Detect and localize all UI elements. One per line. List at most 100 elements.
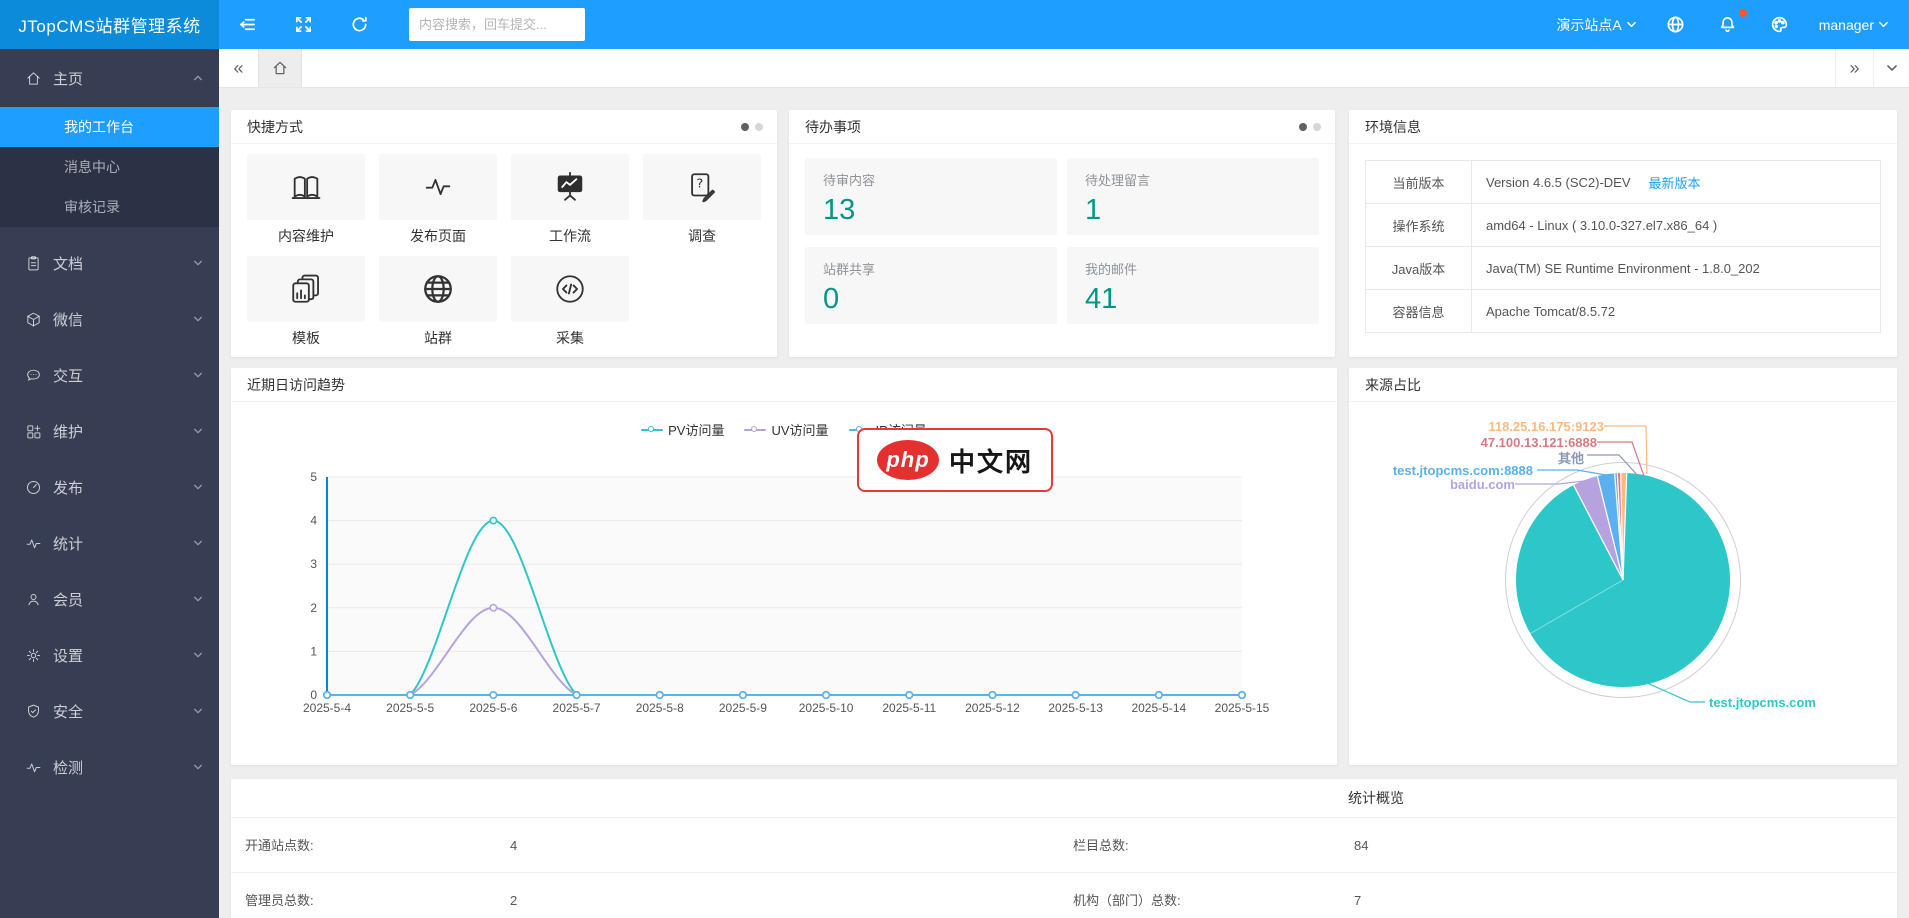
shortcut-workflow[interactable]: 工作流 — [511, 154, 629, 246]
carousel-dot[interactable] — [1313, 123, 1321, 131]
carousel-dot-active[interactable] — [1299, 123, 1307, 131]
todo-count: 13 — [823, 194, 1039, 227]
stat-label: 开通站点数: — [245, 818, 314, 873]
legend-item-pv[interactable]: PV访问量 — [641, 420, 724, 439]
pie-label: test.jtopcms.com — [1709, 695, 1816, 710]
language-button[interactable] — [1663, 12, 1689, 38]
chevron-down-icon — [1626, 19, 1637, 30]
pie-label: 其他 — [1558, 448, 1584, 467]
refresh-icon[interactable] — [346, 12, 372, 38]
sidebar-item-security[interactable]: 安全 — [0, 683, 219, 739]
carousel-dot[interactable] — [755, 123, 763, 131]
svg-text:2025-5-12: 2025-5-12 — [965, 701, 1020, 715]
sidebar-item-interaction[interactable]: 交互 — [0, 347, 219, 403]
legend-item-uv[interactable]: UV访问量 — [744, 420, 828, 439]
shortcut-collection[interactable]: 采集 — [511, 256, 629, 348]
chat-icon — [25, 367, 42, 384]
todo-cluster-shares[interactable]: 站群共享 0 — [805, 247, 1057, 324]
stats-title: 统计概览 — [1311, 779, 1441, 818]
book-icon — [289, 170, 323, 204]
sidebar-item-monitoring[interactable]: 检测 — [0, 739, 219, 795]
shortcut-content-maintenance[interactable]: 内容维护 — [247, 154, 365, 246]
site-switcher[interactable]: 演示站点A — [1556, 15, 1636, 35]
sidebar-item-wechat[interactable]: 微信 — [0, 291, 219, 347]
theme-button[interactable] — [1767, 12, 1793, 38]
card-title: 环境信息 — [1349, 110, 1897, 144]
survey-icon: ? — [685, 170, 719, 204]
sidebar-item-label: 文档 — [53, 253, 193, 274]
shortcut-site-cluster[interactable]: 站群 — [379, 256, 497, 348]
home-tab[interactable] — [258, 49, 302, 87]
sidebar-subitem-workbench[interactable]: 我的工作台 — [0, 107, 219, 147]
shortcut-publish-page[interactable]: 发布页面 — [379, 154, 497, 246]
sidebar-item-label: 设置 — [53, 645, 193, 666]
document-icon — [25, 255, 42, 272]
svg-text:2025-5-14: 2025-5-14 — [1131, 701, 1186, 715]
sidebar-item-label: 检测 — [53, 757, 193, 778]
tabbar-right-controls — [1835, 49, 1909, 87]
chevron-down-icon — [193, 706, 203, 716]
stats-header: 统计概览 — [231, 779, 1897, 818]
search-input[interactable] — [409, 8, 585, 41]
stat-value: 7 — [1354, 873, 1361, 918]
sidebar-item-settings[interactable]: 设置 — [0, 627, 219, 683]
todo-pending-messages[interactable]: 待处理留言 1 — [1067, 158, 1319, 235]
chart-legend: PV访问量 UV访问量 IP访问量 — [231, 420, 1337, 439]
user-icon — [25, 591, 42, 608]
version-value: Version 4.6.5 (SC2)-DEV — [1486, 175, 1631, 190]
todo-count: 1 — [1085, 194, 1301, 227]
card-title: 近期日访问趋势 — [231, 368, 1337, 402]
todos-title: 待办事项 — [805, 119, 861, 135]
sidebar-item-home[interactable]: 主页 — [0, 49, 219, 107]
pie-label: 118.25.16.175:9123 — [1488, 419, 1604, 434]
sidebar-item-publish[interactable]: 发布 — [0, 459, 219, 515]
chevron-down-icon — [1878, 19, 1889, 30]
chevron-up-icon — [193, 73, 203, 83]
tab-actions-dropdown-button[interactable] — [1873, 49, 1909, 87]
user-menu[interactable]: manager — [1819, 17, 1889, 33]
sidebar-item-documents[interactable]: 文档 — [0, 235, 219, 291]
sidebar-item-maintenance[interactable]: 维护 — [0, 403, 219, 459]
stat-value: 2 — [510, 873, 517, 918]
notifications-button[interactable] — [1715, 12, 1741, 38]
sidebar-item-statistics[interactable]: 统计 — [0, 515, 219, 571]
notification-dot — [1739, 9, 1747, 17]
shortcut-survey[interactable]: ? 调查 — [643, 154, 761, 246]
card-title: 快捷方式 — [231, 110, 777, 144]
pie-label: test.jtopcms.com:8888 — [1393, 463, 1533, 478]
svg-text:4: 4 — [310, 514, 317, 528]
bell-icon — [1715, 12, 1741, 38]
legend-marker — [744, 425, 766, 435]
username-label: manager — [1819, 17, 1874, 33]
sidebar-item-members[interactable]: 会员 — [0, 571, 219, 627]
tab-bar — [219, 49, 1909, 88]
sidebar-item-label: 安全 — [53, 701, 193, 722]
sidebar-subitem-message-center[interactable]: 消息中心 — [0, 147, 219, 187]
fullscreen-icon[interactable] — [290, 12, 316, 38]
php-cn-watermark: php 中文网 — [857, 428, 1053, 492]
todo-pending-content[interactable]: 待审内容 13 — [805, 158, 1057, 235]
stat-label: 机构（部门）总数: — [1073, 873, 1181, 918]
table-row: 管理员总数: 2 机构（部门）总数: 7 — [231, 873, 1897, 918]
content-search-box — [409, 8, 585, 41]
carousel-dots — [1299, 110, 1321, 144]
chevron-down-icon — [193, 258, 203, 268]
chevron-down-icon — [193, 314, 203, 324]
todo-my-mail[interactable]: 我的邮件 41 — [1067, 247, 1319, 324]
latest-version-link[interactable]: 最新版本 — [1649, 173, 1701, 192]
table-row: Java版本 Java(TM) SE Runtime Environment -… — [1366, 247, 1880, 290]
site-switcher-label: 演示站点A — [1556, 15, 1621, 35]
sidebar-item-label: 交互 — [53, 365, 193, 386]
visit-trend-card: 近期日访问趋势 PV访问量 UV访问量 IP访问量 0123452025-5-4… — [231, 368, 1337, 765]
svg-text:2025-5-10: 2025-5-10 — [799, 701, 854, 715]
scroll-tabs-right-button[interactable] — [1835, 49, 1873, 87]
carousel-dot-active[interactable] — [741, 123, 749, 131]
workflow-board-icon — [553, 170, 587, 204]
sidebar-subitem-audit-log[interactable]: 审核记录 — [0, 187, 219, 227]
scroll-tabs-left-button[interactable] — [219, 49, 258, 87]
sidebar-item-label: 会员 — [53, 589, 193, 610]
collapse-sidebar-icon[interactable] — [234, 12, 260, 38]
chevron-down-icon — [1886, 62, 1898, 74]
todo-count: 41 — [1085, 283, 1301, 316]
shortcut-templates[interactable]: 模板 — [247, 256, 365, 348]
